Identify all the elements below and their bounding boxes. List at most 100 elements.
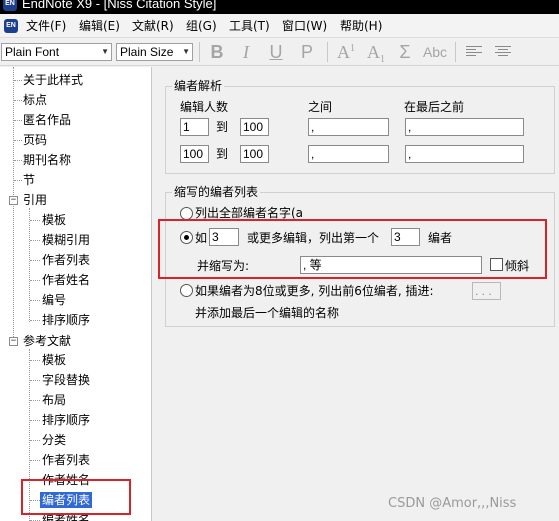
tree-item-numbering[interactable]: 编号 (42, 292, 66, 308)
tree-item-citations[interactable]: 引用 (23, 192, 47, 208)
col-before-last: 在最后之前 (404, 100, 465, 114)
tree-item-citation-sort-order[interactable]: 排序顺序 (42, 312, 90, 328)
collapse-toggle-icon[interactable]: − (9, 196, 18, 205)
between-field[interactable]: , (308, 118, 389, 136)
tree-trunk-line (13, 67, 14, 345)
tree-item-bib-sort-order[interactable]: 排序顺序 (42, 412, 90, 428)
option-eight-label: 如果编者为8位或更多, 列出前6位编者, 插进: (195, 284, 434, 298)
align-left-icon[interactable] (466, 46, 482, 58)
tree-branch-line (29, 208, 30, 322)
to-label: 到 (216, 120, 229, 134)
subscript-letter: A (367, 42, 380, 62)
style-tree: 关于此样式 标点 匿名作品 页码 期刊名称 节 − 引用 模板 模糊引用 作者列… (0, 67, 152, 521)
tree-connector (30, 240, 40, 241)
dropdown-arrow-icon: ▼ (101, 47, 109, 56)
to-label: 到 (216, 147, 229, 161)
tree-connector (14, 180, 22, 181)
count-from-field[interactable]: 1 (180, 118, 209, 136)
tree-item-bib-author-lists[interactable]: 作者列表 (42, 452, 90, 468)
plain-icon[interactable]: P (296, 41, 318, 63)
superscript-icon[interactable]: A1 (335, 41, 357, 63)
tree-item-ambiguous-citations[interactable]: 模糊引用 (42, 232, 90, 248)
tree-item-bib-templates[interactable]: 模板 (42, 352, 66, 368)
formatting-toolbar: Plain Font ▼ Plain Size ▼ B I U P A1 A1 … (0, 38, 559, 66)
menu-window[interactable]: 窗口(W) (282, 18, 327, 34)
tree-item-journal-names[interactable]: 期刊名称 (23, 152, 71, 168)
tree-connector (30, 440, 40, 441)
align-center-icon[interactable] (495, 46, 511, 58)
tree-connector (14, 160, 22, 161)
tree-item-layout[interactable]: 布局 (42, 392, 66, 408)
tree-connector (14, 120, 22, 121)
menu-help[interactable]: 帮助(H) (340, 18, 382, 34)
tree-item-citation-templates[interactable]: 模板 (42, 212, 66, 228)
tree-connector (30, 360, 40, 361)
editor-lists-panel: 编者解析 编辑人数 之间 在最后之前 1 到 100 , , 100 到 100… (153, 67, 559, 521)
bold-icon[interactable]: B (206, 41, 228, 63)
tree-connector (30, 400, 40, 401)
tree-connector (14, 140, 22, 141)
abbreviated-list-title: 缩写的编者列表 (172, 184, 261, 200)
font-dropdown[interactable]: Plain Font ▼ (1, 43, 112, 61)
tree-item-citation-author-name[interactable]: 作者姓名 (42, 272, 90, 288)
tree-item-citation-author-lists[interactable]: 作者列表 (42, 252, 90, 268)
superscript-mark: 1 (350, 43, 355, 54)
between-field[interactable]: , (308, 145, 389, 163)
menu-file[interactable]: 文件(F) (26, 18, 66, 34)
dropdown-arrow-icon: ▼ (182, 47, 190, 56)
tree-item-page-numbers[interactable]: 页码 (23, 132, 47, 148)
toolbar-separator (455, 42, 456, 62)
highlight-box (21, 479, 131, 515)
before-last-field[interactable]: , (405, 118, 524, 136)
menu-edit[interactable]: 编辑(E) (79, 18, 120, 34)
ellipsis-field[interactable]: . . . (472, 282, 501, 300)
menu-bar: EN 文件(F) 编辑(E) 文献(R) 组(G) 工具(T) 窗口(W) 帮助… (0, 14, 559, 38)
tree-item-about-style[interactable]: 关于此样式 (23, 72, 83, 88)
size-value: Plain Size (120, 45, 174, 59)
endnote-app-icon[interactable]: EN (3, 0, 17, 11)
count-to-field[interactable]: 100 (240, 145, 269, 163)
menu-references[interactable]: 文献(R) (132, 18, 174, 34)
subscript-mark: 1 (380, 54, 385, 65)
menu-groups[interactable]: 组(G) (186, 18, 217, 34)
superscript-letter: A (337, 42, 350, 62)
col-editor-count: 编辑人数 (180, 100, 229, 114)
editor-parsing-title: 编者解析 (172, 78, 225, 94)
tree-connector (30, 380, 40, 381)
tree-item-anonymous-works[interactable]: 匿名作品 (23, 112, 71, 128)
tree-connector (30, 460, 40, 461)
size-dropdown[interactable]: Plain Size ▼ (116, 43, 193, 61)
collapse-toggle-icon[interactable]: − (9, 337, 18, 346)
sigma-icon[interactable]: Σ (394, 41, 416, 63)
before-last-field[interactable]: , (405, 145, 524, 163)
document-menu-icon[interactable]: EN (4, 19, 18, 33)
tree-item-field-substitutions[interactable]: 字段替换 (42, 372, 90, 388)
tree-connector (30, 220, 40, 221)
tree-item-categories[interactable]: 分类 (42, 432, 66, 448)
tree-connector (14, 100, 22, 101)
option-eight-line2: 并添加最后一个编辑的名称 (195, 306, 340, 320)
tree-item-punctuation[interactable]: 标点 (23, 92, 47, 108)
small-caps-icon[interactable]: Abc (420, 41, 450, 63)
radio-eight-or-more[interactable] (180, 284, 193, 297)
title-bar: EN EndNote X9 - [Niss Citation Style] (0, 0, 559, 14)
window-title: EndNote X9 - [Niss Citation Style] (22, 0, 217, 11)
underline-icon[interactable]: U (265, 41, 287, 63)
menu-tools[interactable]: 工具(T) (229, 18, 270, 34)
highlight-box (158, 219, 547, 279)
tree-connector (30, 420, 40, 421)
tree-connector (30, 260, 40, 261)
tree-connector (30, 320, 40, 321)
count-from-field[interactable]: 100 (180, 145, 209, 163)
tree-connector (30, 300, 40, 301)
tree-connector (30, 280, 40, 281)
count-to-field[interactable]: 100 (240, 118, 269, 136)
tree-item-sections[interactable]: 节 (23, 172, 35, 188)
font-value: Plain Font (5, 45, 60, 59)
tree-item-bibliography[interactable]: 参考文献 (23, 333, 71, 349)
watermark-text: CSDN @Amor,,,Niss (388, 496, 517, 511)
italic-icon[interactable]: I (235, 41, 257, 63)
toolbar-separator (327, 42, 328, 62)
subscript-icon[interactable]: A1 (365, 41, 387, 65)
tree-connector (14, 80, 22, 81)
